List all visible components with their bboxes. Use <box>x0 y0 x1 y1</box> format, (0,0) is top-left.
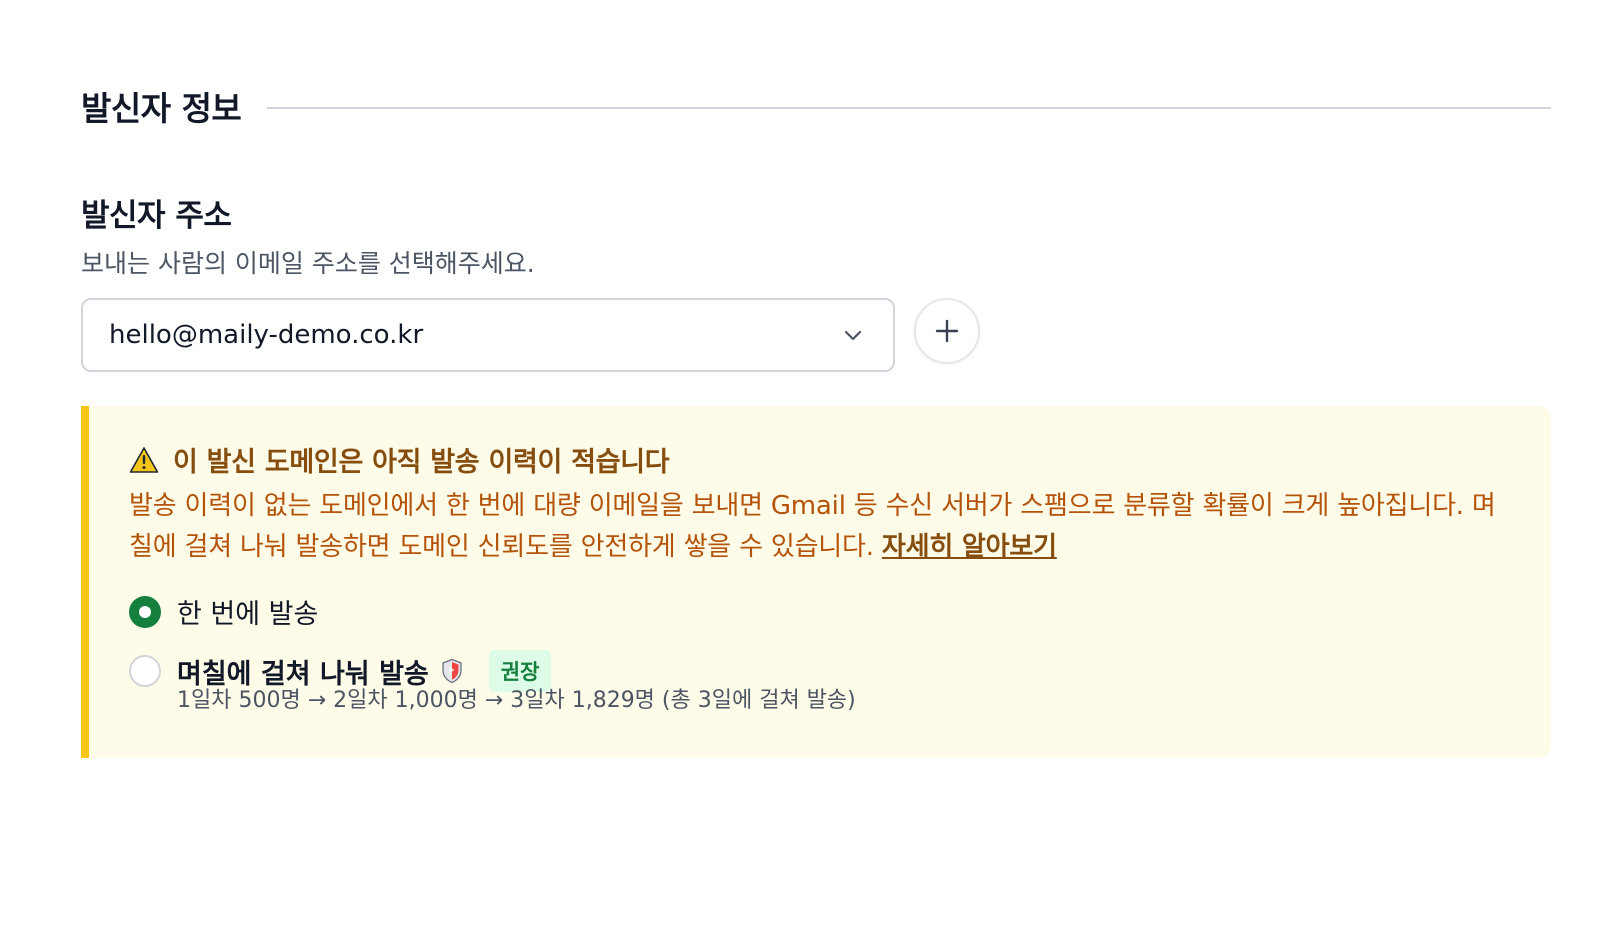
alert-body: 발송 이력이 없는 도메인에서 한 번에 대량 이메일을 보내면 Gmail 등… <box>129 486 1519 568</box>
warning-icon <box>129 446 159 474</box>
sender-address-help: 보내는 사람의 이메일 주소를 선택해주세요. <box>81 249 535 278</box>
learn-more-link[interactable]: 자세히 알아보기 <box>882 532 1057 562</box>
shield-icon <box>441 658 463 684</box>
sender-address-label: 발신자 주소 <box>81 198 232 234</box>
schedule-detail: 1일차 500명 → 2일차 1,000명 → 3일차 1,829명 (총 3일… <box>177 688 856 713</box>
alert-title: 이 발신 도메인은 아직 발송 이력이 적습니다 <box>129 440 670 479</box>
domain-warning-alert: 이 발신 도메인은 아직 발송 이력이 적습니다 발송 이력이 없는 도메인에서… <box>81 406 1551 758</box>
plus-icon <box>933 317 961 345</box>
section-title: 발신자 정보 <box>81 89 242 128</box>
option-label-send-all: 한 번에 발송 <box>177 599 319 630</box>
section-divider <box>267 107 1551 109</box>
sender-email-select[interactable]: hello@maily-demo.co.kr <box>81 298 895 372</box>
selected-email: hello@maily-demo.co.kr <box>109 320 424 350</box>
alert-title-text: 이 발신 도메인은 아직 발송 이력이 적습니다 <box>173 447 670 478</box>
section-header: 발신자 정보 <box>81 82 1551 130</box>
add-sender-button[interactable] <box>914 298 980 364</box>
option-send-all-at-once[interactable]: 한 번에 발송 <box>129 592 318 631</box>
chevron-down-icon <box>839 321 867 349</box>
radio-send-all-at-once[interactable] <box>129 595 161 628</box>
alert-body-text: 발송 이력이 없는 도메인에서 한 번에 대량 이메일을 보내면 Gmail 등… <box>129 491 1496 562</box>
radio-send-over-days[interactable] <box>129 655 161 687</box>
